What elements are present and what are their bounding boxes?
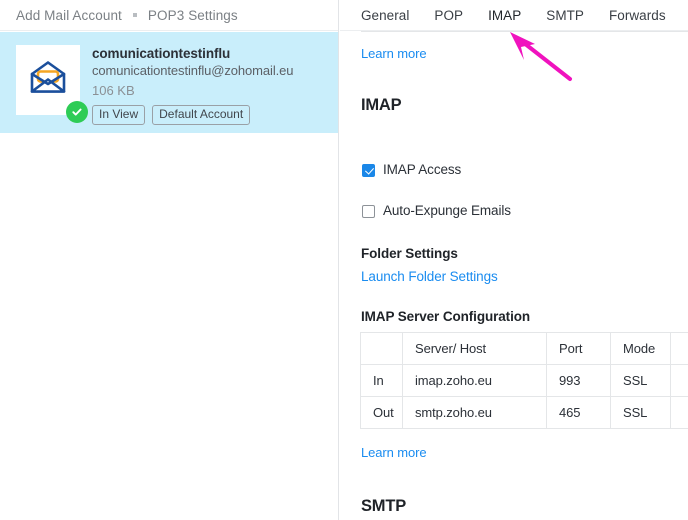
- breadcrumb-separator-icon: [132, 13, 137, 17]
- breadcrumb-item-pop3-settings[interactable]: POP3 Settings: [148, 8, 238, 23]
- cell-direction: Out: [360, 396, 403, 429]
- tag-in-view[interactable]: In View: [92, 105, 146, 125]
- cell-extra: [670, 364, 688, 397]
- imap-section-heading: IMAP: [361, 96, 402, 114]
- tab-general[interactable]: General: [361, 8, 409, 23]
- header-mode: Mode: [610, 332, 671, 365]
- account-size: 106 KB: [92, 83, 135, 98]
- left-pane: Add Mail Account POP3 Settings comunicat…: [0, 0, 339, 520]
- auto-expunge-checkbox-row[interactable]: Auto-Expunge Emails: [362, 204, 511, 218]
- tab-smtp[interactable]: SMTP: [546, 8, 584, 23]
- cell-mode: SSL: [610, 364, 671, 397]
- check-badge-icon: [66, 101, 88, 123]
- open-envelope-icon: [27, 60, 69, 101]
- folder-settings-heading: Folder Settings: [361, 246, 458, 261]
- imap-access-label: IMAP Access: [383, 162, 462, 177]
- smtp-section-heading: SMTP: [361, 497, 407, 515]
- auto-expunge-checkbox[interactable]: [362, 204, 375, 218]
- tab-imap[interactable]: IMAP: [488, 8, 521, 23]
- breadcrumb-item-add-mail-account[interactable]: Add Mail Account: [16, 8, 122, 23]
- table-header-row: Server/ Host Port Mode: [360, 332, 688, 365]
- cell-direction: In: [360, 364, 403, 397]
- account-card[interactable]: comunicationtestinflu comunicationtestin…: [0, 32, 338, 133]
- mail-account-settings-window: Add Mail Account POP3 Settings comunicat…: [0, 0, 688, 520]
- account-email: comunicationtestinflu@zohomail.eu: [92, 63, 294, 78]
- cell-host: imap.zoho.eu: [402, 364, 547, 397]
- cell-port: 465: [546, 396, 611, 429]
- header-server-host: Server/ Host: [402, 332, 547, 365]
- cell-port: 993: [546, 364, 611, 397]
- auto-expunge-label: Auto-Expunge Emails: [383, 203, 511, 218]
- tag-default-account[interactable]: Default Account: [152, 105, 251, 125]
- table-row: Out smtp.zoho.eu 465 SSL: [360, 396, 688, 429]
- account-info: comunicationtestinflu comunicationtestin…: [92, 44, 338, 125]
- avatar: [16, 45, 88, 123]
- table-row: In imap.zoho.eu 993 SSL: [360, 364, 688, 397]
- cell-extra: [670, 396, 688, 429]
- tab-forwards[interactable]: Forwards: [609, 8, 666, 23]
- settings-content: Learn more IMAP IMAP Access Auto-Expunge…: [340, 25, 688, 520]
- header-extra: [670, 332, 688, 365]
- right-pane: General POP IMAP SMTP Forwards Learn mor…: [340, 0, 688, 520]
- account-tags: In View Default Account: [92, 105, 338, 125]
- imap-access-checkbox[interactable]: [362, 163, 375, 177]
- breadcrumb: Add Mail Account POP3 Settings: [0, 0, 338, 31]
- learn-more-link-bottom[interactable]: Learn more: [361, 445, 427, 460]
- imap-access-checkbox-row[interactable]: IMAP Access: [362, 163, 461, 177]
- imap-server-configuration-table: Server/ Host Port Mode In imap.zoho.eu 9…: [360, 332, 688, 429]
- header-direction: [360, 332, 403, 365]
- settings-tabbar: General POP IMAP SMTP Forwards: [340, 0, 688, 31]
- header-port: Port: [546, 332, 611, 365]
- launch-folder-settings-link[interactable]: Launch Folder Settings: [361, 269, 498, 284]
- learn-more-link-top[interactable]: Learn more: [361, 46, 427, 61]
- tab-pop[interactable]: POP: [434, 8, 463, 23]
- account-name: comunicationtestinflu: [92, 46, 231, 61]
- imap-server-configuration-heading: IMAP Server Configuration: [361, 309, 531, 324]
- cell-host: smtp.zoho.eu: [402, 396, 547, 429]
- cell-mode: SSL: [610, 396, 671, 429]
